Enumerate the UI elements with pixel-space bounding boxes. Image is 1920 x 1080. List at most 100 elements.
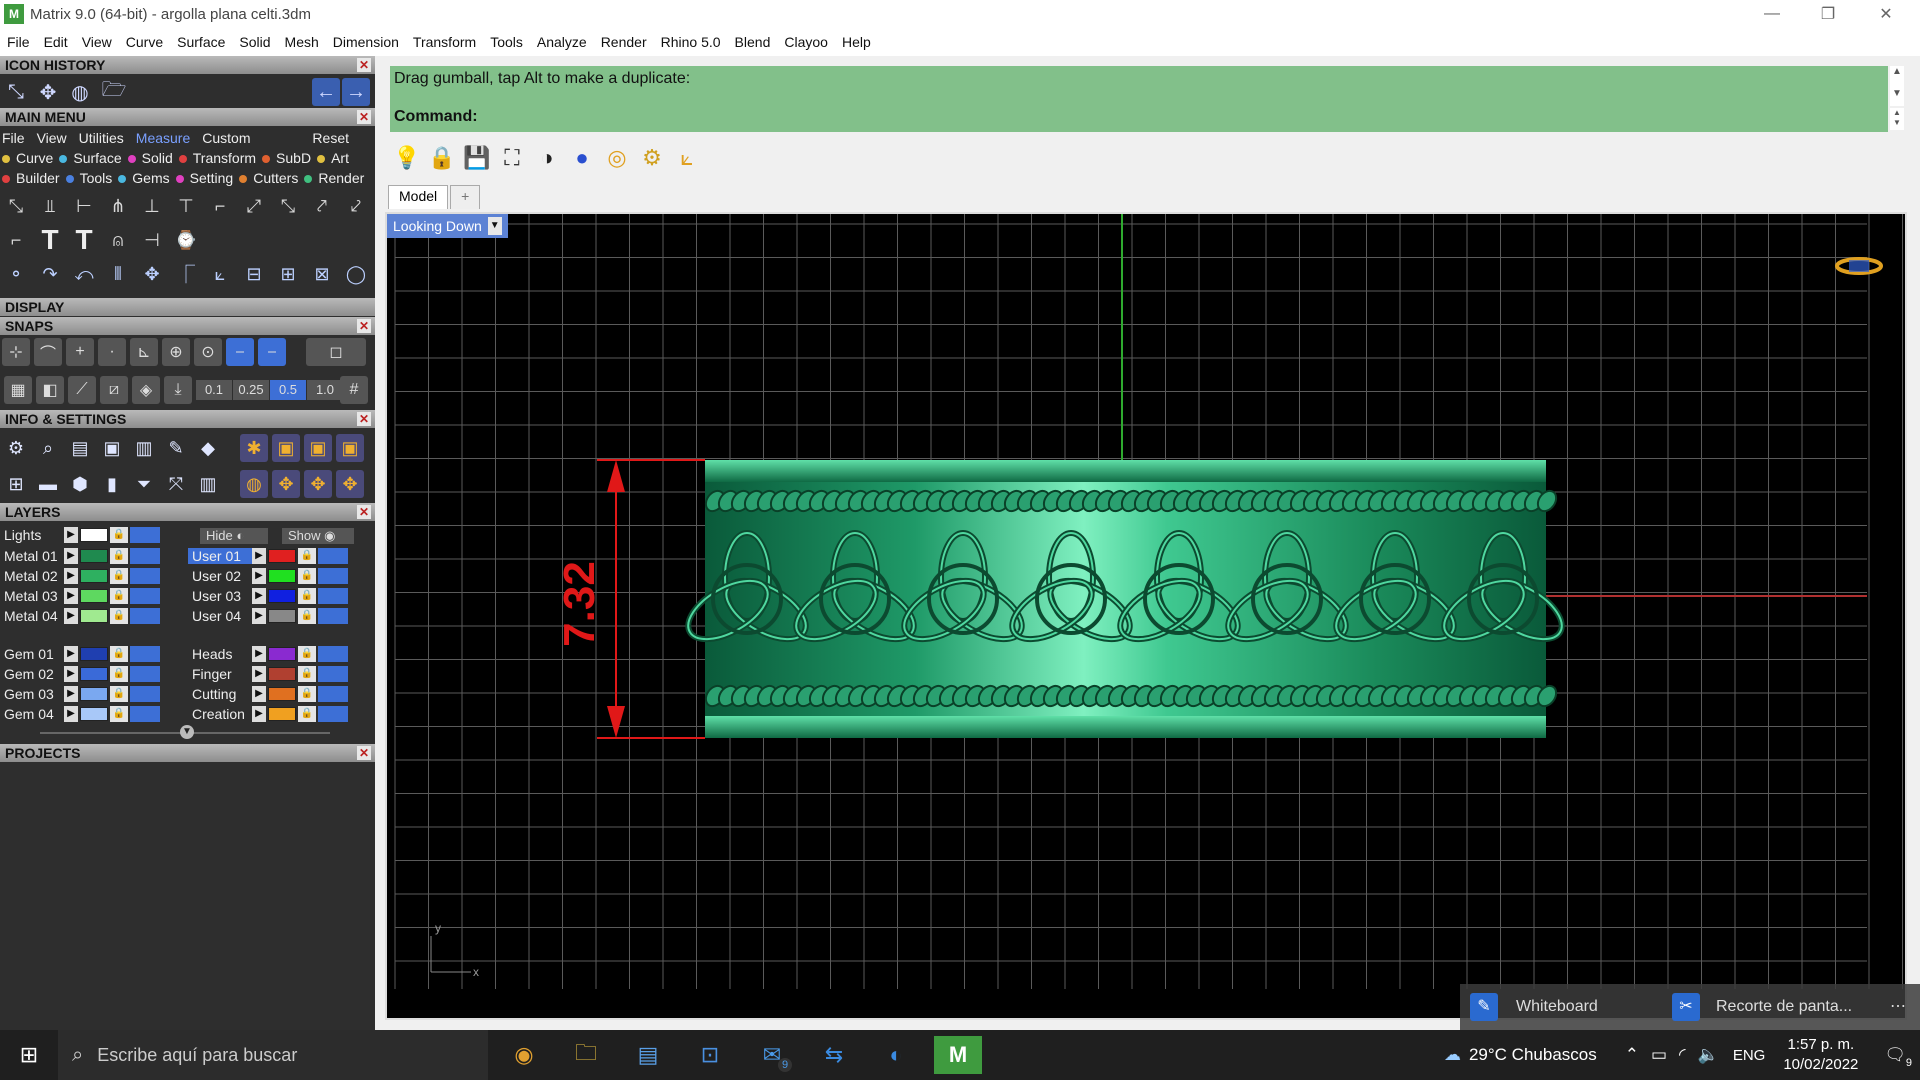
scale-icon[interactable]: ⎾ (172, 260, 200, 288)
layer-row-user-04[interactable]: User 04 ▶ 🔒 (188, 607, 350, 625)
layer-color-swatch[interactable] (268, 549, 296, 563)
category-setting[interactable]: Setting (175, 170, 233, 186)
layer-row-user-02[interactable]: User 02 ▶ 🔒 (188, 567, 350, 585)
layer-row-finger[interactable]: Finger ▶ 🔒 (188, 665, 350, 683)
close-icon[interactable]: ✕ (357, 58, 371, 72)
open-folder-icon[interactable]: 🗁 (100, 78, 128, 106)
ungroup-icon[interactable]: ⊞ (274, 260, 302, 288)
lock-icon[interactable]: 🔒 (110, 608, 128, 624)
grid-icon[interactable]: # (340, 376, 368, 404)
chevron-up-icon[interactable]: ⌃ (1625, 1045, 1639, 1065)
diameter-dim-icon[interactable]: ⤢ (240, 192, 268, 220)
battery-icon[interactable]: ▭ (1651, 1045, 1667, 1065)
lock-icon[interactable]: 🔒 (110, 527, 128, 543)
language-label[interactable]: ENG (1733, 1047, 1766, 1064)
layer-visibility-toggle[interactable] (130, 686, 160, 702)
layer-color-swatch[interactable] (268, 687, 296, 701)
file-explorer-icon[interactable]: 🗀 (562, 1036, 610, 1074)
layer-row-user-03[interactable]: User 03 ▶ 🔒 (188, 587, 350, 605)
arrow-icon[interactable]: ⤦ (342, 192, 370, 220)
rotate-tool-icon[interactable]: ✥ (304, 470, 332, 498)
lock-icon[interactable]: 🔒 (110, 548, 128, 564)
block-icon[interactable]: ⊠ (308, 260, 336, 288)
annotate-icon[interactable]: ⊣ (138, 226, 166, 254)
document-icon[interactable]: ▥ (130, 434, 158, 462)
category-surface[interactable]: Surface (59, 150, 122, 166)
layer-visibility-toggle[interactable] (130, 588, 160, 604)
height-dim-icon[interactable]: ⊤ (172, 192, 200, 220)
layer-row-cutting[interactable]: Cutting ▶ 🔒 (188, 685, 350, 703)
layer-color-swatch[interactable] (268, 589, 296, 603)
layer-row-heads[interactable]: Heads ▶ 🔒 (188, 645, 350, 663)
layer-visibility-toggle[interactable] (130, 646, 160, 662)
menu-edit[interactable]: Edit (37, 34, 75, 50)
menu-blend[interactable]: Blend (728, 34, 778, 50)
celtic-ring-model[interactable] (679, 460, 1571, 738)
lock-icon[interactable]: 🔒 (110, 568, 128, 584)
snip-label[interactable]: Recorte de panta... (1716, 998, 1852, 1016)
expand-arrow-icon[interactable]: ▶ (252, 666, 266, 682)
layer-visibility-toggle[interactable] (318, 548, 348, 564)
panel-icon[interactable]: ▥ (194, 470, 222, 498)
menu-surface[interactable]: Surface (170, 34, 232, 50)
export-icon[interactable]: ▣ (304, 434, 332, 462)
expand-arrow-icon[interactable]: ▶ (252, 588, 266, 604)
expand-arrow-icon[interactable]: ▶ (64, 666, 78, 682)
text-bold-icon[interactable]: T (70, 224, 98, 255)
layer-row-metal-02[interactable]: Metal 02 ▶ 🔒 (0, 567, 162, 585)
filter-icon[interactable]: ⏷ (130, 470, 158, 498)
record-icon[interactable]: ◍ (240, 470, 268, 498)
layer-visibility-toggle[interactable] (318, 666, 348, 682)
close-icon[interactable]: ✕ (357, 746, 371, 760)
gumball-toggle-icon[interactable]: ⤓ (164, 376, 192, 404)
settings-gears-icon[interactable]: ⚙ (635, 141, 669, 175)
render-sphere-icon[interactable]: ● (565, 141, 599, 175)
weather-label[interactable]: 29°C Chubascos (1469, 1045, 1597, 1065)
light-bulb-icon[interactable]: 💡 (390, 141, 424, 175)
render-sphere-icon[interactable]: ◍ (66, 78, 94, 106)
layer-color-swatch[interactable] (268, 707, 296, 721)
notification-center-icon[interactable]: 🗨 9 (1884, 1045, 1912, 1069)
mid-snap-icon[interactable]: · (98, 338, 126, 366)
layer-row-gem-02[interactable]: Gem 02 ▶ 🔒 (0, 665, 162, 683)
mm-tab-utilities[interactable]: Utilities (79, 130, 124, 146)
linear-dim-icon[interactable]: ⤡ (2, 192, 30, 220)
leader-line-icon[interactable]: ⌐ (2, 226, 30, 254)
show-button[interactable]: Show ◉ (282, 528, 354, 544)
taskbar-search[interactable]: ⌕ Escribe aquí para buscar (58, 1030, 488, 1080)
radius-dim-icon[interactable]: ⌐ (206, 192, 234, 220)
mm-tab-file[interactable]: File (2, 130, 25, 146)
icon-history-header[interactable]: ICON HISTORY ✕ (0, 56, 375, 74)
viewport[interactable]: 7.32 y x Looking Down ▼ (385, 212, 1907, 1020)
object-props-icon[interactable]: ▣ (98, 434, 126, 462)
lock-icon[interactable]: 🔒 (298, 666, 316, 682)
angle-dim-icon[interactable]: ⋔ (104, 192, 132, 220)
category-gems[interactable]: Gems (118, 170, 170, 186)
expand-arrow-icon[interactable]: ▶ (64, 548, 78, 564)
menu-help[interactable]: Help (835, 34, 878, 50)
back-arrow-icon[interactable]: ← (312, 78, 340, 106)
menu-view[interactable]: View (75, 34, 119, 50)
layer-row-creation[interactable]: Creation ▶ 🔒 (188, 705, 350, 723)
expand-arrow-icon[interactable]: ▶ (64, 646, 78, 662)
mirror-icon[interactable]: ⦀ (104, 260, 132, 288)
osnap-toggle-icon[interactable]: ⧄ (100, 376, 128, 404)
layer-color-swatch[interactable] (268, 667, 296, 681)
zoom-extents-icon[interactable]: ⛶ (495, 141, 529, 175)
viewport-canvas[interactable]: 7.32 y x (387, 214, 1905, 1018)
layer-color-swatch[interactable] (80, 667, 108, 681)
ortho-toggle-icon[interactable]: ◧ (36, 376, 64, 404)
layer-visibility-toggle[interactable] (318, 706, 348, 722)
layer-row-gem-03[interactable]: Gem 03 ▶ 🔒 (0, 685, 162, 703)
snap-value-1.0[interactable]: 1.0 (307, 380, 343, 400)
expand-arrow-icon[interactable]: ▶ (64, 608, 78, 624)
display-header[interactable]: DISPLAY (0, 298, 375, 316)
layer-visibility-toggle[interactable] (318, 568, 348, 584)
layer-row-metal-01[interactable]: Metal 01 ▶ 🔒 (0, 547, 162, 565)
pc-icon[interactable]: ▤ (624, 1036, 672, 1074)
app-icon[interactable]: ◐ (872, 1036, 920, 1074)
aligned-dim-icon[interactable]: ⤡ (274, 192, 302, 220)
lock-icon[interactable]: 🔒 (298, 588, 316, 604)
lock-icon[interactable]: 🔒 (298, 646, 316, 662)
edit-notes-icon[interactable]: ✎ (162, 434, 190, 462)
